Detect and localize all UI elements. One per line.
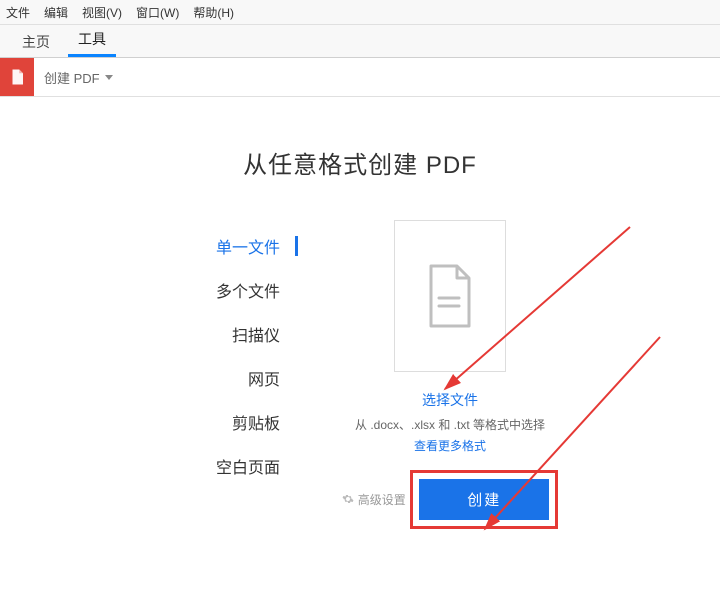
caret-down-icon <box>105 75 113 80</box>
format-hint: 从 .docx、.xlsx 和 .txt 等格式中选择 <box>340 416 560 433</box>
advanced-settings-link[interactable]: 高级设置 <box>342 491 406 508</box>
nav-multiple-files[interactable]: 多个文件 <box>160 268 280 312</box>
menu-edit[interactable]: 编辑 <box>44 4 68 21</box>
nav-blank-page[interactable]: 空白页面 <box>160 444 280 488</box>
advanced-settings-label: 高级设置 <box>358 491 406 508</box>
create-button[interactable]: 创建 <box>419 479 549 520</box>
menubar: 文件 编辑 视图(V) 窗口(W) 帮助(H) <box>0 0 720 25</box>
create-pdf-dropdown[interactable]: 创建 PDF <box>34 68 123 87</box>
nav-scanner[interactable]: 扫描仪 <box>160 312 280 356</box>
main-panel: 从任意格式创建 PDF 单一文件 多个文件 扫描仪 网页 剪贴板 空白页面 选择… <box>0 97 720 608</box>
page-title: 从任意格式创建 PDF <box>0 145 720 180</box>
toolstrip: 创建 PDF <box>0 58 720 97</box>
source-type-nav: 单一文件 多个文件 扫描仪 网页 剪贴板 空白页面 <box>160 220 280 529</box>
file-icon <box>423 264 477 328</box>
menu-window[interactable]: 窗口(W) <box>136 4 179 21</box>
menu-help[interactable]: 帮助(H) <box>193 4 234 21</box>
gear-icon <box>342 493 354 505</box>
tab-tools[interactable]: 工具 <box>68 23 116 57</box>
nav-clipboard[interactable]: 剪贴板 <box>160 400 280 444</box>
nav-single-file[interactable]: 单一文件 <box>160 224 280 268</box>
file-drop-area[interactable] <box>394 220 506 372</box>
select-file-link[interactable]: 选择文件 <box>422 390 478 410</box>
create-pdf-label: 创建 PDF <box>44 68 100 87</box>
nav-webpage[interactable]: 网页 <box>160 356 280 400</box>
menu-file[interactable]: 文件 <box>6 4 30 21</box>
create-panel: 选择文件 从 .docx、.xlsx 和 .txt 等格式中选择 查看更多格式 … <box>340 220 560 529</box>
tab-home[interactable]: 主页 <box>12 26 60 57</box>
more-formats-link[interactable]: 查看更多格式 <box>340 437 560 454</box>
menu-view[interactable]: 视图(V) <box>82 4 122 21</box>
pdf-tool-icon[interactable] <box>0 58 34 96</box>
create-button-highlight: 创建 <box>410 470 558 529</box>
tabbar: 主页 工具 <box>0 25 720 58</box>
